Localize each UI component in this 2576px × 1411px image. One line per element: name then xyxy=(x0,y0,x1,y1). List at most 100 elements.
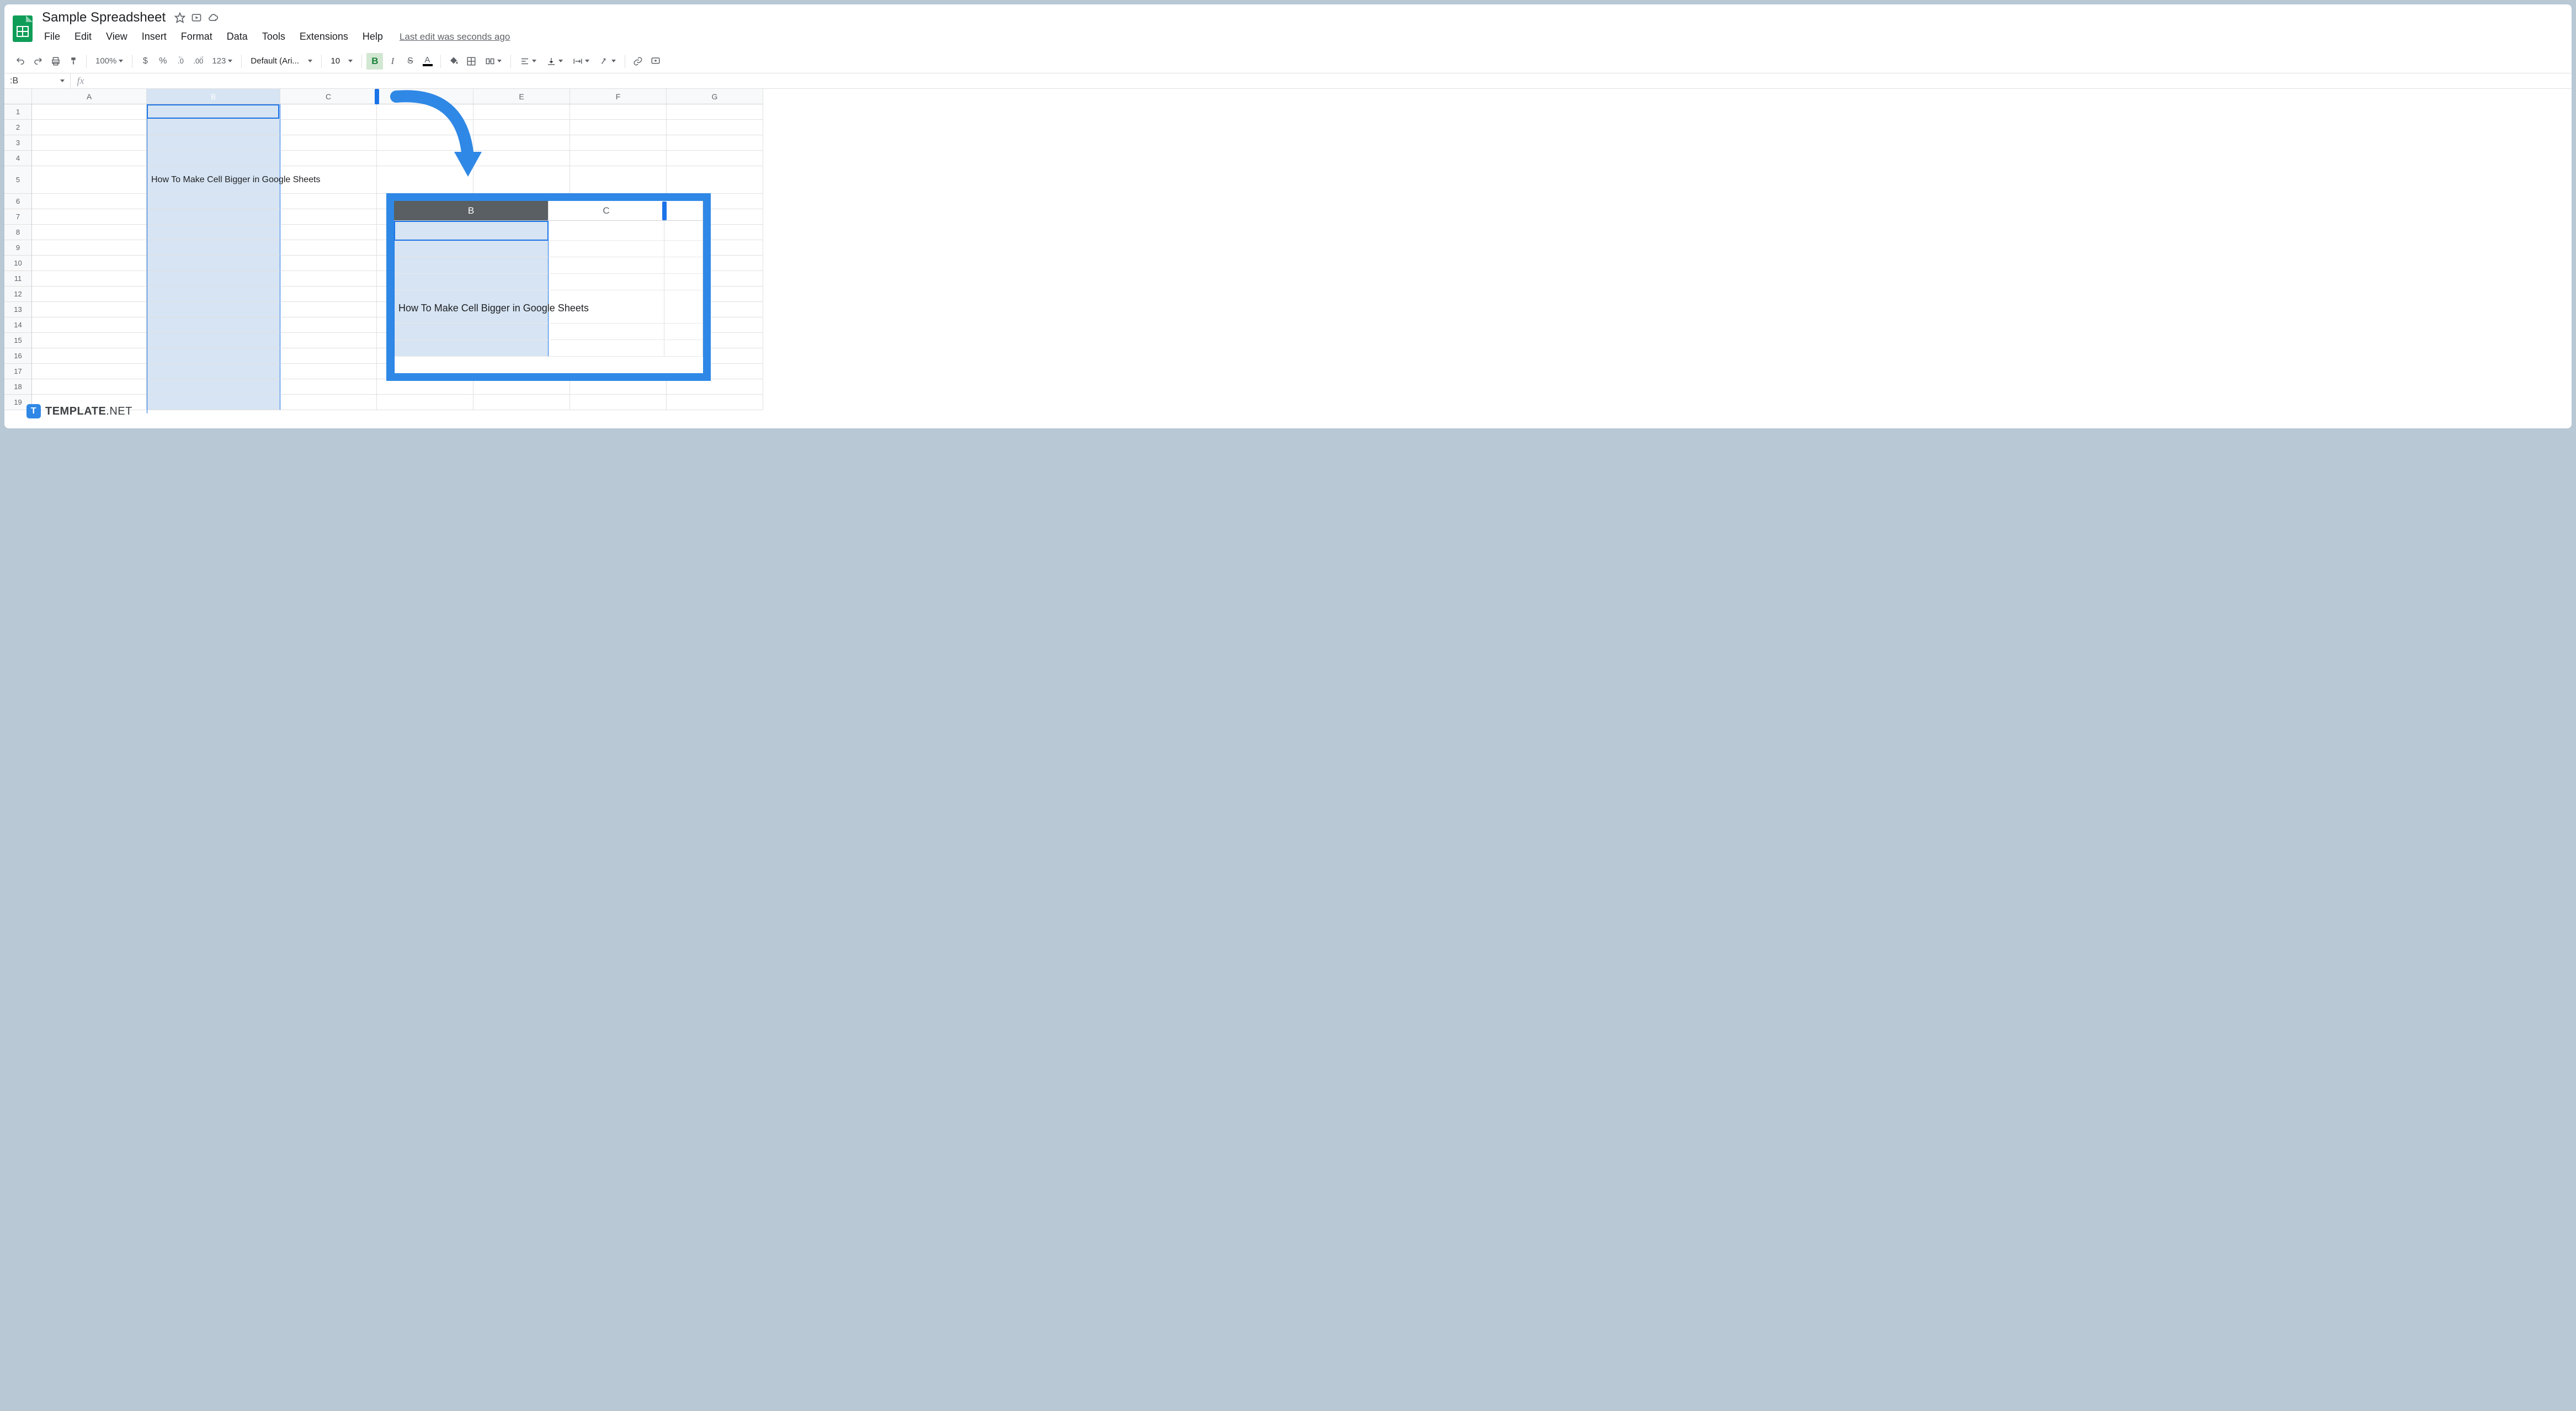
cloud-icon[interactable] xyxy=(207,12,219,23)
bold-button[interactable]: B xyxy=(366,53,383,70)
cell[interactable] xyxy=(32,302,147,317)
cell[interactable] xyxy=(147,364,280,379)
column-resize-handle[interactable] xyxy=(375,89,379,104)
cell[interactable] xyxy=(280,225,377,240)
cell[interactable] xyxy=(377,379,473,395)
cell[interactable] xyxy=(32,348,147,364)
cell[interactable] xyxy=(147,225,280,240)
borders-button[interactable] xyxy=(463,53,480,70)
cell[interactable] xyxy=(667,395,763,410)
cell[interactable] xyxy=(147,151,280,166)
cell[interactable] xyxy=(667,166,763,194)
cell[interactable] xyxy=(280,348,377,364)
cell[interactable] xyxy=(667,135,763,151)
row-header[interactable]: 15 xyxy=(4,333,32,348)
cell[interactable] xyxy=(32,271,147,287)
col-header-a[interactable]: A xyxy=(32,89,147,104)
currency-button[interactable]: $ xyxy=(137,53,153,70)
cell[interactable] xyxy=(280,151,377,166)
cell[interactable] xyxy=(32,151,147,166)
menu-help[interactable]: Help xyxy=(357,29,388,45)
cell[interactable] xyxy=(32,240,147,256)
menu-extensions[interactable]: Extensions xyxy=(294,29,354,45)
cell[interactable] xyxy=(280,135,377,151)
percent-button[interactable]: % xyxy=(155,53,171,70)
cell[interactable] xyxy=(377,151,473,166)
select-all-corner[interactable] xyxy=(4,89,32,104)
print-button[interactable] xyxy=(47,53,64,70)
fill-color-button[interactable] xyxy=(445,53,462,70)
cell[interactable] xyxy=(32,225,147,240)
cell[interactable] xyxy=(280,379,377,395)
star-icon[interactable] xyxy=(174,12,185,23)
row-header[interactable]: 6 xyxy=(4,194,32,209)
cell[interactable] xyxy=(377,120,473,135)
halign-button[interactable] xyxy=(515,54,541,68)
paint-format-button[interactable] xyxy=(65,53,82,70)
row-header[interactable]: 10 xyxy=(4,256,32,271)
cell[interactable] xyxy=(32,104,147,120)
comment-button[interactable] xyxy=(647,53,664,70)
cell[interactable] xyxy=(377,395,473,410)
cell[interactable] xyxy=(147,135,280,151)
text-color-button[interactable]: A xyxy=(419,53,436,70)
cell[interactable] xyxy=(280,120,377,135)
sheets-logo-icon[interactable] xyxy=(12,15,33,43)
menu-file[interactable]: File xyxy=(39,29,66,45)
row-header[interactable]: 8 xyxy=(4,225,32,240)
zoom-select[interactable]: 100% xyxy=(91,54,127,68)
cell[interactable] xyxy=(280,395,377,410)
cell[interactable] xyxy=(32,379,147,395)
cell[interactable] xyxy=(280,271,377,287)
cell[interactable] xyxy=(570,151,667,166)
formula-bar[interactable] xyxy=(91,73,2572,88)
cell[interactable] xyxy=(667,151,763,166)
col-header-c[interactable]: C xyxy=(280,89,377,104)
menu-edit[interactable]: Edit xyxy=(69,29,97,45)
wrap-button[interactable] xyxy=(568,54,594,68)
cell[interactable] xyxy=(473,120,570,135)
strikethrough-button[interactable]: S xyxy=(402,53,418,70)
cell[interactable] xyxy=(147,379,280,395)
cell[interactable] xyxy=(667,379,763,395)
cell[interactable] xyxy=(147,395,280,410)
cell[interactable] xyxy=(147,209,280,225)
row-header[interactable]: 2 xyxy=(4,120,32,135)
link-button[interactable] xyxy=(630,53,646,70)
cell[interactable] xyxy=(473,151,570,166)
increase-decimal-button[interactable]: .00→ xyxy=(190,53,206,70)
cell[interactable] xyxy=(377,104,473,120)
menu-tools[interactable]: Tools xyxy=(257,29,291,45)
name-box[interactable]: :B xyxy=(4,73,71,88)
row-header[interactable]: 14 xyxy=(4,317,32,333)
menu-insert[interactable]: Insert xyxy=(136,29,172,45)
row-header[interactable]: 3 xyxy=(4,135,32,151)
col-header-g[interactable]: G xyxy=(667,89,763,104)
cell[interactable] xyxy=(32,287,147,302)
decrease-decimal-button[interactable]: .0← xyxy=(172,53,189,70)
undo-button[interactable] xyxy=(12,53,29,70)
cell[interactable] xyxy=(147,287,280,302)
redo-button[interactable] xyxy=(30,53,46,70)
col-header-e[interactable]: E xyxy=(473,89,570,104)
cell[interactable] xyxy=(32,364,147,379)
cell[interactable] xyxy=(32,166,147,194)
cell[interactable] xyxy=(570,104,667,120)
font-size-select[interactable]: 10 xyxy=(326,54,357,68)
cell[interactable] xyxy=(473,135,570,151)
cell[interactable] xyxy=(377,166,473,194)
cell[interactable] xyxy=(32,194,147,209)
rotate-button[interactable] xyxy=(595,54,620,68)
col-header-b[interactable]: B xyxy=(147,89,280,104)
row-header[interactable]: 18 xyxy=(4,379,32,395)
col-header-f[interactable]: F xyxy=(570,89,667,104)
menu-format[interactable]: Format xyxy=(175,29,218,45)
cell[interactable] xyxy=(147,256,280,271)
cell[interactable] xyxy=(147,271,280,287)
col-header-d[interactable]: D xyxy=(377,89,473,104)
last-edit-link[interactable]: Last edit was seconds ago xyxy=(400,31,510,43)
row-header[interactable]: 11 xyxy=(4,271,32,287)
cell[interactable] xyxy=(667,120,763,135)
cell[interactable] xyxy=(473,104,570,120)
cell[interactable] xyxy=(280,364,377,379)
